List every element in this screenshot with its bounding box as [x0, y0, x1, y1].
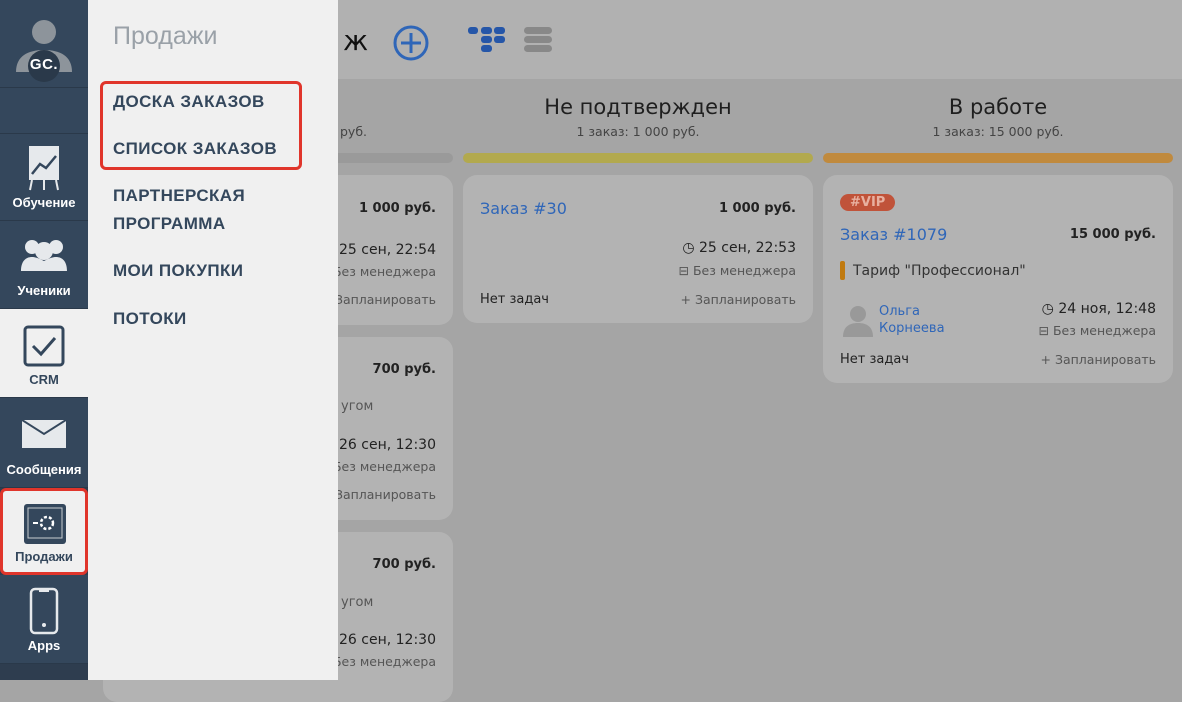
- manager: Без менеджера: [332, 654, 436, 669]
- menu-my-purchases[interactable]: МОИ ПОКУПКИ: [113, 257, 243, 285]
- briefcase-icon: ⊟: [678, 263, 693, 278]
- avatar-logo-text: GC.: [29, 56, 59, 73]
- client-link[interactable]: Ольга Корнеева: [879, 303, 959, 337]
- vip-tag[interactable]: #VIP: [840, 194, 896, 211]
- submenu-title: Продажи: [113, 22, 218, 50]
- clock-icon: ◷: [682, 240, 700, 256]
- nav-item-students[interactable]: Ученики: [0, 221, 88, 309]
- user-avatar-icon: [16, 20, 72, 82]
- order-date: 25 сен, 22:53: [699, 240, 796, 256]
- order-link[interactable]: Заказ #30: [480, 199, 567, 218]
- order-date-row: ◷ 24 ноя, 12:48: [1042, 301, 1156, 317]
- schedule-link[interactable]: + Запланировать: [681, 292, 797, 307]
- nav-label: Продажи: [15, 549, 73, 564]
- profile-avatar[interactable]: GC.: [0, 0, 88, 88]
- page-title: ж: [343, 24, 369, 57]
- tariff-marker: [840, 261, 845, 280]
- nav-item-apps[interactable]: Apps: [0, 575, 88, 664]
- add-order-icon[interactable]: [393, 25, 429, 61]
- chart-board-icon: [29, 146, 59, 191]
- column-subtitle: 1 заказ: 1 000 руб.: [576, 124, 700, 139]
- tasks-status: Нет задач: [480, 292, 549, 307]
- column-subtitle: 1 заказ: 15 000 руб.: [932, 124, 1064, 139]
- safe-icon: [24, 504, 66, 544]
- nav-label: Ученики: [17, 283, 71, 298]
- order-date: 25 сен, 22:54: [339, 242, 436, 258]
- order-note: угом: [341, 595, 374, 610]
- order-date: 26 сен, 12:30: [339, 437, 436, 453]
- nav-item-messages[interactable]: Сообщения: [0, 398, 88, 488]
- client-avatar-icon: [843, 306, 873, 337]
- tariff-label: Тариф "Профессионал": [853, 263, 1026, 279]
- manager: Без менеджера: [332, 264, 436, 279]
- clock-icon: ◷: [1041, 301, 1059, 317]
- order-card[interactable]: Заказ #30 1 000 руб. ◷ 25 сен, 22:53 ⊟ Б…: [463, 175, 813, 323]
- order-price: 700 руб.: [372, 362, 436, 377]
- menu-streams[interactable]: ПОТОКИ: [113, 305, 187, 333]
- users-icon: [21, 240, 67, 271]
- column-bar: [823, 153, 1173, 163]
- order-note: угом: [341, 399, 374, 414]
- nav-spacer: [0, 88, 88, 134]
- order-date-row: ◷ 25 сен, 22:53: [682, 240, 796, 256]
- page-header: ж: [338, 0, 1182, 79]
- nav-item-training[interactable]: Обучение: [0, 134, 88, 221]
- manager: Без менеджера: [332, 459, 436, 474]
- schedule-link[interactable]: Запланировать: [335, 292, 436, 307]
- manager-row: ⊟ Без менеджера: [1038, 323, 1156, 338]
- list-view-icon[interactable]: [524, 27, 554, 53]
- schedule-link[interactable]: + Запланировать: [1041, 352, 1157, 367]
- order-date: 26 сен, 12:30: [339, 632, 436, 648]
- board-view-icon[interactable]: [468, 27, 506, 53]
- menu-partner-program[interactable]: ПАРТНЕРСКАЯ ПРОГРАММА: [113, 182, 273, 238]
- schedule-link[interactable]: Запланировать: [335, 487, 436, 502]
- order-link[interactable]: Заказ #1079: [840, 225, 947, 244]
- tasks-status: Нет задач: [840, 352, 909, 367]
- sales-submenu: Продажи ДОСКА ЗАКАЗОВ СПИСОК ЗАКАЗОВ ПАР…: [88, 0, 338, 680]
- order-card[interactable]: #VIP Заказ #1079 15 000 руб. Тариф "Проф…: [823, 175, 1173, 383]
- order-price: 1 000 руб.: [358, 201, 436, 216]
- envelope-icon: [22, 420, 66, 448]
- phone-icon: [29, 587, 59, 635]
- nav-label: Сообщения: [6, 462, 82, 477]
- order-date: 24 ноя, 12:48: [1058, 301, 1156, 317]
- nav-label: CRM: [29, 372, 59, 387]
- checkbox-icon: [23, 325, 65, 367]
- manager-row: ⊟ Без менеджера: [678, 263, 796, 278]
- nav-item-crm[interactable]: CRM: [0, 309, 88, 398]
- order-price: 15 000 руб.: [1069, 227, 1156, 242]
- nav-label: Обучение: [12, 195, 76, 210]
- briefcase-icon: ⊟: [1038, 323, 1053, 338]
- nav-item-sales[interactable]: Продажи: [0, 488, 88, 575]
- order-price: 700 руб.: [372, 557, 436, 572]
- column-title: В работе: [948, 95, 1048, 119]
- menu-orders-board[interactable]: ДОСКА ЗАКАЗОВ: [113, 88, 265, 116]
- column-subtitle: руб.: [340, 124, 368, 139]
- column-bar: [463, 153, 813, 163]
- manager: Без менеджера: [1052, 323, 1156, 338]
- main-sidebar: GC. Обучение Ученики CRM Сообщения Прода…: [0, 0, 88, 680]
- menu-orders-list[interactable]: СПИСОК ЗАКАЗОВ: [113, 135, 277, 163]
- order-price: 1 000 руб.: [718, 201, 796, 216]
- column-title: Не подтвержден: [544, 95, 732, 119]
- manager: Без менеджера: [692, 263, 796, 278]
- nav-label: Apps: [27, 638, 61, 653]
